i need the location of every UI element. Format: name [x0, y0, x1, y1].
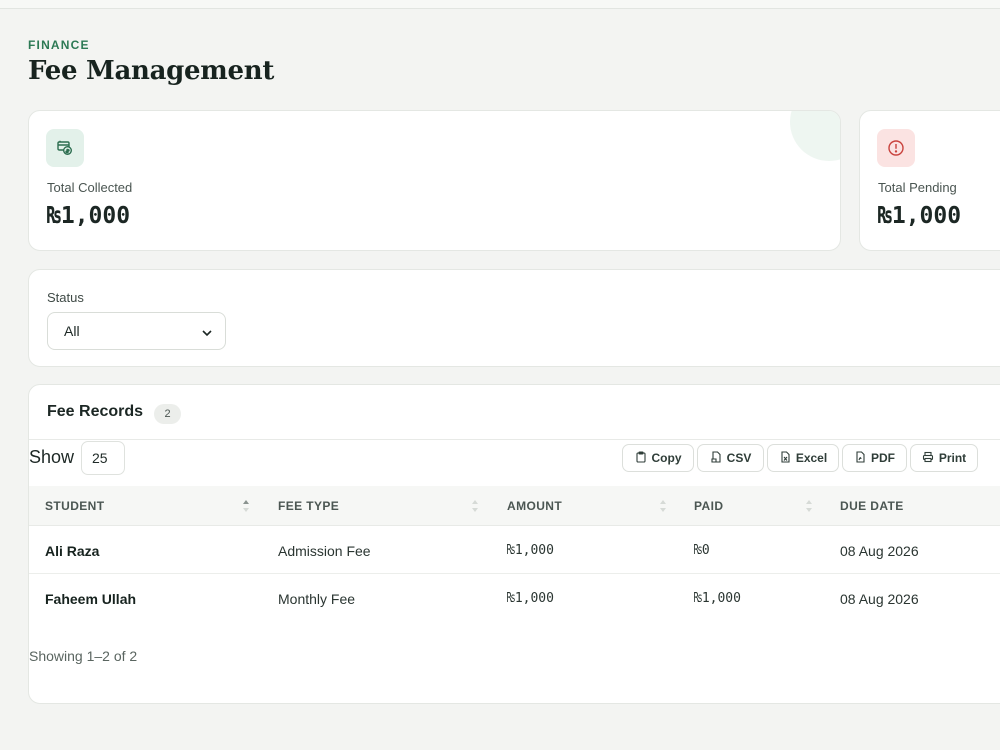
chevron-down-icon	[201, 326, 213, 342]
csv-label: CSV	[726, 451, 752, 465]
column-header-due-date[interactable]: DUE DATE	[840, 486, 904, 526]
cell-amount: ₨1,000	[507, 543, 554, 558]
status-select-value: All	[64, 323, 80, 339]
printer-icon	[922, 451, 934, 466]
status-filter-label: Status	[47, 290, 84, 305]
pdf-label: PDF	[871, 451, 895, 465]
page-title: Fee Management	[28, 56, 275, 86]
file-pdf-icon	[854, 450, 866, 466]
excel-button[interactable]: Excel	[767, 444, 839, 472]
sort-icon[interactable]	[471, 498, 479, 519]
stat-label: Total Pending	[878, 180, 957, 195]
cell-student: Ali Raza	[45, 542, 100, 559]
top-bar	[0, 0, 1000, 9]
table-header: STUDENT FEE TYPE AMOUNT PAID DUE DATE	[29, 486, 1000, 526]
cell-paid: ₨0	[694, 543, 710, 558]
cell-paid: ₨1,000	[694, 591, 741, 606]
column-header-paid[interactable]: PAID	[694, 486, 723, 526]
cell-amount: ₨1,000	[507, 591, 554, 606]
clipboard-icon	[635, 450, 647, 466]
copy-button[interactable]: Copy	[622, 444, 694, 472]
money-receipt-icon	[46, 129, 84, 167]
cell-student: Faheem Ullah	[45, 590, 137, 607]
print-button[interactable]: Print	[910, 444, 978, 472]
show-label: Show	[29, 447, 75, 467]
cell-due-date: 08 Aug 2026	[840, 542, 919, 559]
stat-value: ₨1,000	[47, 203, 131, 229]
sort-icon[interactable]	[805, 498, 813, 519]
fee-records-card: Fee Records 2 Show 25 Copy CSV Excel PDF…	[28, 384, 1000, 704]
excel-label: Excel	[795, 451, 828, 465]
column-header-fee-type[interactable]: FEE TYPE	[278, 486, 339, 526]
stat-value: ₨1,000	[878, 203, 962, 229]
file-csv-icon	[710, 450, 722, 466]
csv-button[interactable]: CSV	[697, 444, 764, 472]
stat-label: Total Collected	[47, 180, 133, 195]
alert-circle-icon	[877, 129, 915, 167]
records-count-badge: 2	[154, 404, 181, 424]
divider	[29, 439, 1000, 440]
cell-due-date: 08 Aug 2026	[840, 590, 919, 607]
cell-fee-type: Monthly Fee	[278, 590, 356, 607]
column-header-student[interactable]: STUDENT	[45, 486, 104, 526]
column-header-amount[interactable]: AMOUNT	[507, 486, 562, 526]
cell-fee-type: Admission Fee	[278, 542, 371, 559]
page-size-select[interactable]: 25	[81, 441, 125, 475]
pagination-info: Showing 1–2 of 2	[29, 648, 138, 664]
stat-card-total-collected: Total Collected ₨1,000	[28, 110, 841, 251]
records-title: Fee Records	[47, 403, 144, 420]
pdf-button[interactable]: PDF	[842, 444, 907, 472]
stat-card-total-pending: Total Pending ₨1,000	[859, 110, 1000, 251]
decorative-circle	[790, 111, 840, 161]
filter-card: Status All	[28, 269, 1000, 367]
table-row[interactable]: Ali Raza Admission Fee ₨1,000 ₨0 08 Aug …	[29, 527, 1000, 574]
sort-asc-icon[interactable]	[242, 498, 250, 519]
file-excel-icon	[779, 450, 791, 466]
print-label: Print	[938, 451, 967, 465]
status-select[interactable]: All	[47, 312, 226, 350]
table-row[interactable]: Faheem Ullah Monthly Fee ₨1,000 ₨1,000 0…	[29, 575, 1000, 622]
section-label: FINANCE	[28, 38, 90, 52]
sort-icon[interactable]	[659, 498, 667, 519]
copy-label: Copy	[651, 451, 682, 465]
